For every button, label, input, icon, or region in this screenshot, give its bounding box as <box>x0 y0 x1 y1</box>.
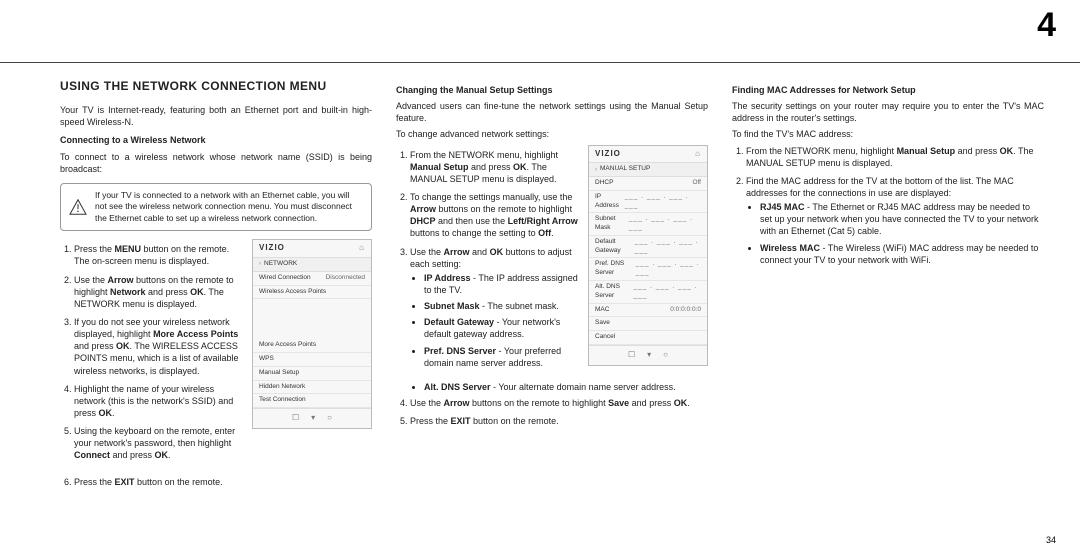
col1-step-1: Press the MENU button on the remote. The… <box>74 243 244 267</box>
col2-step-4: Use the Arrow buttons on the remote to h… <box>410 397 708 409</box>
col2-steps-cont: Use the Arrow buttons on the remote to h… <box>410 397 708 427</box>
bullet-pref-dns: Pref. DNS Server - Your preferred domain… <box>424 345 580 369</box>
manual-setup-screenshot: VIZIO ⌂ ‹ MANUAL SETUP DHCPOff IP Addres… <box>588 145 708 366</box>
network-menu-screenshot: VIZIO ⌂ ‹ NETWORK Wired ConnectionDiscon… <box>252 239 372 429</box>
col3-step-2: Find the MAC address for the TV at the b… <box>746 175 1044 266</box>
col1-sub1-intro: To connect to a wireless network whose n… <box>60 151 372 175</box>
col3-sub: Finding MAC Addresses for Network Setup <box>732 84 1044 96</box>
column-1: USING THE NETWORK CONNECTION MENU Your T… <box>60 78 372 525</box>
col3-steps: From the NETWORK menu, highlight Manual … <box>746 145 1044 266</box>
warning-icon <box>69 199 87 215</box>
col3-lead: To find the TV's MAC address: <box>732 128 1044 140</box>
col1-intro: Your TV is Internet-ready, featuring bot… <box>60 104 372 128</box>
screen-menu-label: NETWORK <box>264 260 297 269</box>
column-3: Finding MAC Addresses for Network Setup … <box>732 78 1044 525</box>
circle-icon: ○ <box>663 350 668 361</box>
home-icon: ⌂ <box>695 149 701 160</box>
screen-brand: VIZIO <box>595 149 621 160</box>
circle-icon: ○ <box>327 413 332 424</box>
col2-intro: Advanced users can fine-tune the network… <box>396 100 708 124</box>
col2-lead: To change advanced network settings: <box>396 128 708 140</box>
section-title: USING THE NETWORK CONNECTION MENU <box>60 78 372 94</box>
screen-brand: VIZIO <box>259 243 285 254</box>
col1-step-4: Highlight the name of your wireless netw… <box>74 383 244 419</box>
col2-steps: From the NETWORK menu, highlight Manual … <box>410 149 580 375</box>
chev-icon: ‹ <box>595 166 597 174</box>
content-columns: USING THE NETWORK CONNECTION MENU Your T… <box>60 78 1044 525</box>
col2-step-5: Press the EXIT button on the remote. <box>410 415 708 427</box>
col3-step-1: From the NETWORK menu, highlight Manual … <box>746 145 1044 169</box>
chev-icon: ‹ <box>259 260 261 268</box>
top-rule <box>0 62 1080 63</box>
col3-intro: The security settings on your router may… <box>732 100 1044 124</box>
bullet-ip: IP Address - The IP address assigned to … <box>424 272 580 296</box>
col1-step-6: Press the EXIT button on the remote. <box>74 476 372 488</box>
back-icon: ☐ <box>292 413 299 424</box>
page-number: 34 <box>1046 535 1056 545</box>
chapter-number: 4 <box>1037 6 1056 45</box>
col2-sub: Changing the Manual Setup Settings <box>396 84 708 96</box>
col1-step-3: If you do not see your wireless network … <box>74 316 244 377</box>
col1-step-2: Use the Arrow buttons on the remote to h… <box>74 274 244 310</box>
col1-steps-cont: Press the EXIT button on the remote. <box>74 476 372 488</box>
bullet-rj45-mac: RJ45 MAC - The Ethernet or RJ45 MAC addr… <box>760 201 1044 237</box>
back-icon: ☐ <box>628 350 635 361</box>
screen-menu-label: MANUAL SETUP <box>600 165 650 174</box>
bullet-wireless-mac: Wireless MAC - The Wireless (WiFi) MAC a… <box>760 242 1044 266</box>
down-icon: ▾ <box>647 350 651 361</box>
col1-sub1: Connecting to a Wireless Network <box>60 134 372 146</box>
col2-step-3: Use the Arrow and OK buttons to adjust e… <box>410 246 580 369</box>
col2-step-2: To change the settings manually, use the… <box>410 191 580 240</box>
column-2: Changing the Manual Setup Settings Advan… <box>396 78 708 525</box>
col1-steps: Press the MENU button on the remote. The… <box>74 243 244 467</box>
col2-step-1: From the NETWORK menu, highlight Manual … <box>410 149 580 185</box>
home-icon: ⌂ <box>359 243 365 254</box>
bullet-gateway: Default Gateway - Your network's default… <box>424 316 580 340</box>
col1-step-5: Using the keyboard on the remote, enter … <box>74 425 244 461</box>
bullet-alt-dns: Alt. DNS Server - Your alternate domain … <box>424 381 708 393</box>
down-icon: ▾ <box>311 413 315 424</box>
warning-box: If your TV is connected to a network wit… <box>60 183 372 231</box>
bullet-subnet: Subnet Mask - The subnet mask. <box>424 300 580 312</box>
warning-text: If your TV is connected to a network wit… <box>95 190 352 223</box>
